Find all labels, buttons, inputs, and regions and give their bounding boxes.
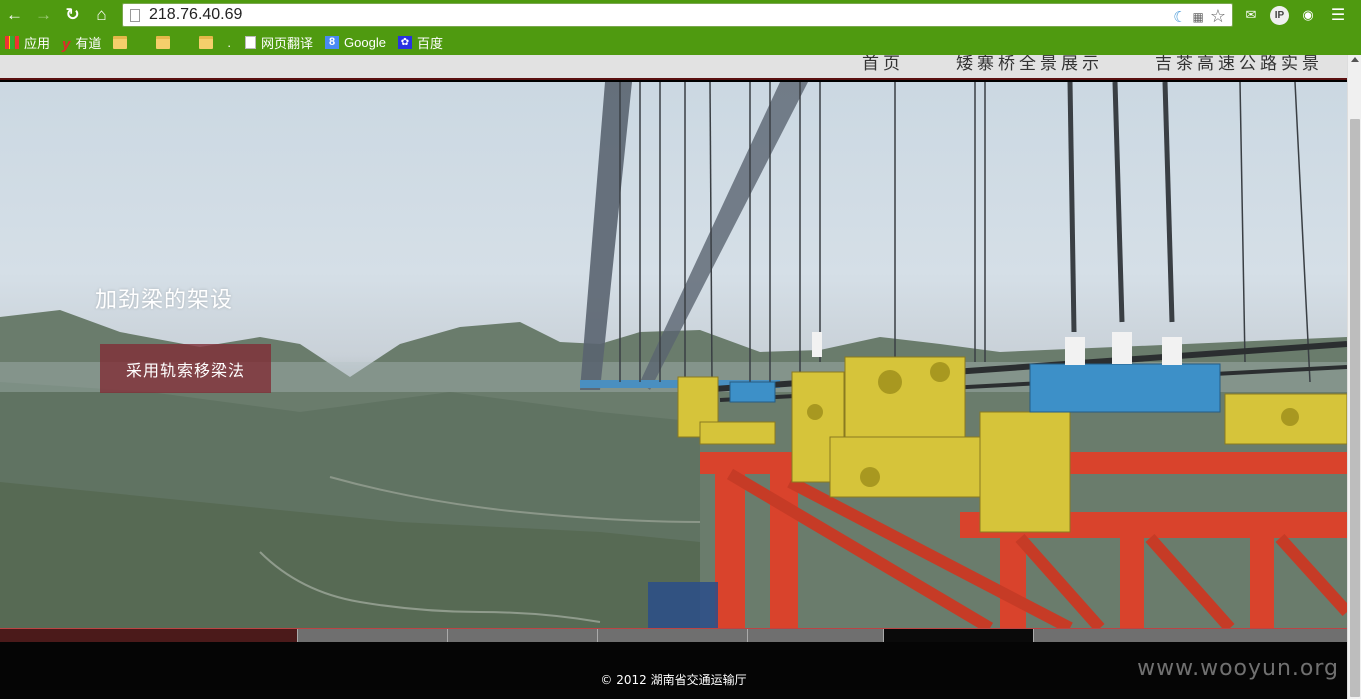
- bookmark-page-translate[interactable]: 网页翻译: [245, 33, 313, 52]
- youdao-icon: y: [62, 36, 71, 53]
- pager-dot-2[interactable]: [298, 629, 448, 642]
- translate-icon[interactable]: ▦: [1193, 10, 1204, 24]
- page-icon: [245, 36, 256, 49]
- google-icon: 8: [325, 36, 340, 49]
- nav-home-link[interactable]: 首页: [862, 55, 904, 74]
- bookmark-folder-3[interactable]: .: [199, 35, 231, 50]
- site-nav: 首页 矮寨桥全景展示 吉茶高速公路实景: [862, 55, 1323, 74]
- site-header: 首页 矮寨桥全景展示 吉茶高速公路实景: [0, 55, 1347, 80]
- site-footer: © 2012 湖南省交通运输厅 www.wooyun.org: [0, 642, 1347, 699]
- address-bar[interactable]: 218.76.40.69 ☾ ▦ ☆: [122, 3, 1233, 27]
- apps-grid-icon: [5, 36, 19, 49]
- url-text[interactable]: 218.76.40.69: [149, 6, 242, 24]
- star-icon[interactable]: ☆: [1210, 6, 1226, 27]
- hero-slider: 加劲梁的架设 采用轨索移梁法: [0, 82, 1347, 628]
- pager-dot-3[interactable]: [448, 629, 598, 642]
- bookmark-google[interactable]: 8 Google: [325, 35, 386, 50]
- reload-icon[interactable]: ↻: [58, 0, 87, 30]
- pager-dot-6[interactable]: [884, 629, 1034, 642]
- forward-arrow-icon[interactable]: →: [29, 0, 58, 30]
- scroll-up-arrow-icon[interactable]: [1351, 57, 1359, 62]
- bookmark-youdao[interactable]: y 有道: [62, 33, 101, 53]
- pager-dot-1[interactable]: [0, 629, 298, 642]
- pager-dot-5[interactable]: [748, 629, 884, 642]
- page-scrollbar[interactable]: [1347, 55, 1361, 699]
- nav-bridge-panorama-link[interactable]: 矮寨桥全景展示: [956, 55, 1103, 74]
- bookmarks-bar: 应用 y 有道 . 网页翻译 8 Google ✿ 百度: [0, 30, 1361, 55]
- bookmark-folder-2[interactable]: [156, 36, 175, 49]
- folder-icon: [156, 36, 171, 49]
- slide-caption-button[interactable]: 采用轨索移梁法: [100, 344, 271, 393]
- mail-icon[interactable]: ✉: [1240, 4, 1262, 26]
- browser-toolbar: ← → ↻ ⌂ 218.76.40.69 ☾ ▦ ☆ ✉ IP ◉ ☰: [0, 0, 1361, 30]
- slider-pager: [0, 628, 1347, 642]
- pager-dot-4[interactable]: [598, 629, 748, 642]
- baidu-icon: ✿: [397, 36, 412, 49]
- pager-dot-7[interactable]: [1034, 629, 1347, 642]
- nav-highway-link[interactable]: 吉茶高速公路实景: [1155, 55, 1323, 74]
- moon-icon[interactable]: ☾: [1173, 8, 1186, 26]
- scroll-thumb[interactable]: [1350, 119, 1360, 697]
- folder-icon: [113, 36, 128, 49]
- web-page: 首页 矮寨桥全景展示 吉茶高速公路实景 加劲梁的架设 采用轨索移梁法 © 201…: [0, 55, 1347, 699]
- watermark-text: www.wooyun.org: [1137, 656, 1339, 681]
- bookmark-folder-1[interactable]: [113, 36, 132, 49]
- menu-icon[interactable]: ☰: [1327, 4, 1349, 26]
- back-arrow-icon[interactable]: ←: [0, 0, 29, 30]
- bookmark-apps[interactable]: 应用: [5, 33, 50, 52]
- home-icon[interactable]: ⌂: [87, 0, 116, 30]
- page-icon: [130, 8, 140, 22]
- slide-title: 加劲梁的架设: [95, 288, 234, 313]
- folder-icon: [199, 36, 214, 49]
- ip-icon[interactable]: IP: [1270, 5, 1289, 25]
- bookmark-baidu[interactable]: ✿ 百度: [397, 33, 443, 52]
- camera-icon[interactable]: ◉: [1297, 4, 1319, 26]
